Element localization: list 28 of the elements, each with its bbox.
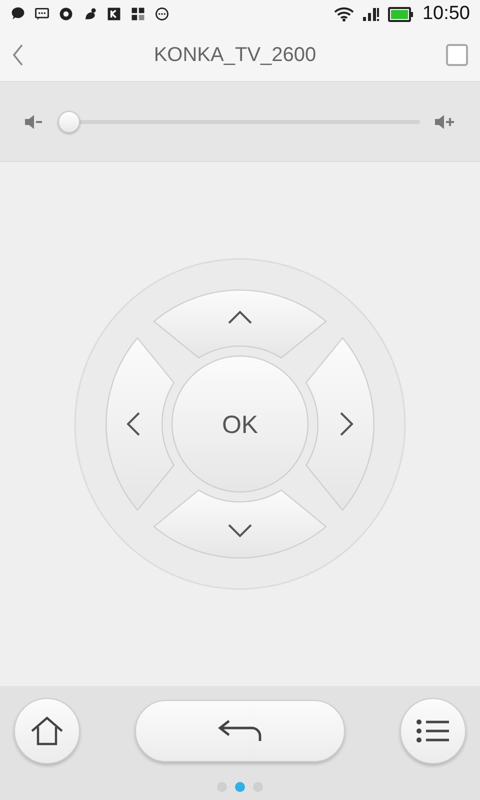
up-button[interactable] — [153, 290, 327, 358]
return-button[interactable] — [135, 700, 345, 762]
right-button[interactable] — [306, 337, 374, 511]
menu-button[interactable] — [400, 698, 466, 764]
select-checkbox[interactable] — [446, 44, 468, 66]
chat-bubble-icon — [10, 6, 26, 22]
volume-down-icon[interactable] — [24, 114, 44, 128]
k-logo-icon — [106, 6, 122, 22]
wifi-icon — [334, 6, 354, 22]
volume-slider[interactable] — [58, 110, 420, 134]
slider-thumb[interactable] — [58, 110, 80, 132]
back-chevron-icon[interactable] — [12, 44, 24, 66]
return-arrow-icon — [217, 719, 263, 743]
clock-time: 10:50 — [422, 2, 470, 26]
device-title: KONKA_TV_2600 — [154, 42, 316, 68]
signal-icon — [362, 6, 380, 22]
grid-icon — [130, 6, 146, 22]
left-button[interactable] — [106, 337, 174, 511]
message-icon — [34, 6, 50, 22]
home-icon — [30, 716, 64, 746]
down-button[interactable] — [153, 490, 327, 558]
battery-icon — [388, 6, 414, 22]
more-circle-icon — [154, 6, 170, 22]
ok-button[interactable]: OK — [171, 355, 309, 493]
menu-icon — [416, 719, 450, 743]
home-button[interactable] — [14, 698, 80, 764]
page-dot[interactable] — [235, 782, 245, 792]
volume-up-icon[interactable] — [434, 114, 456, 128]
